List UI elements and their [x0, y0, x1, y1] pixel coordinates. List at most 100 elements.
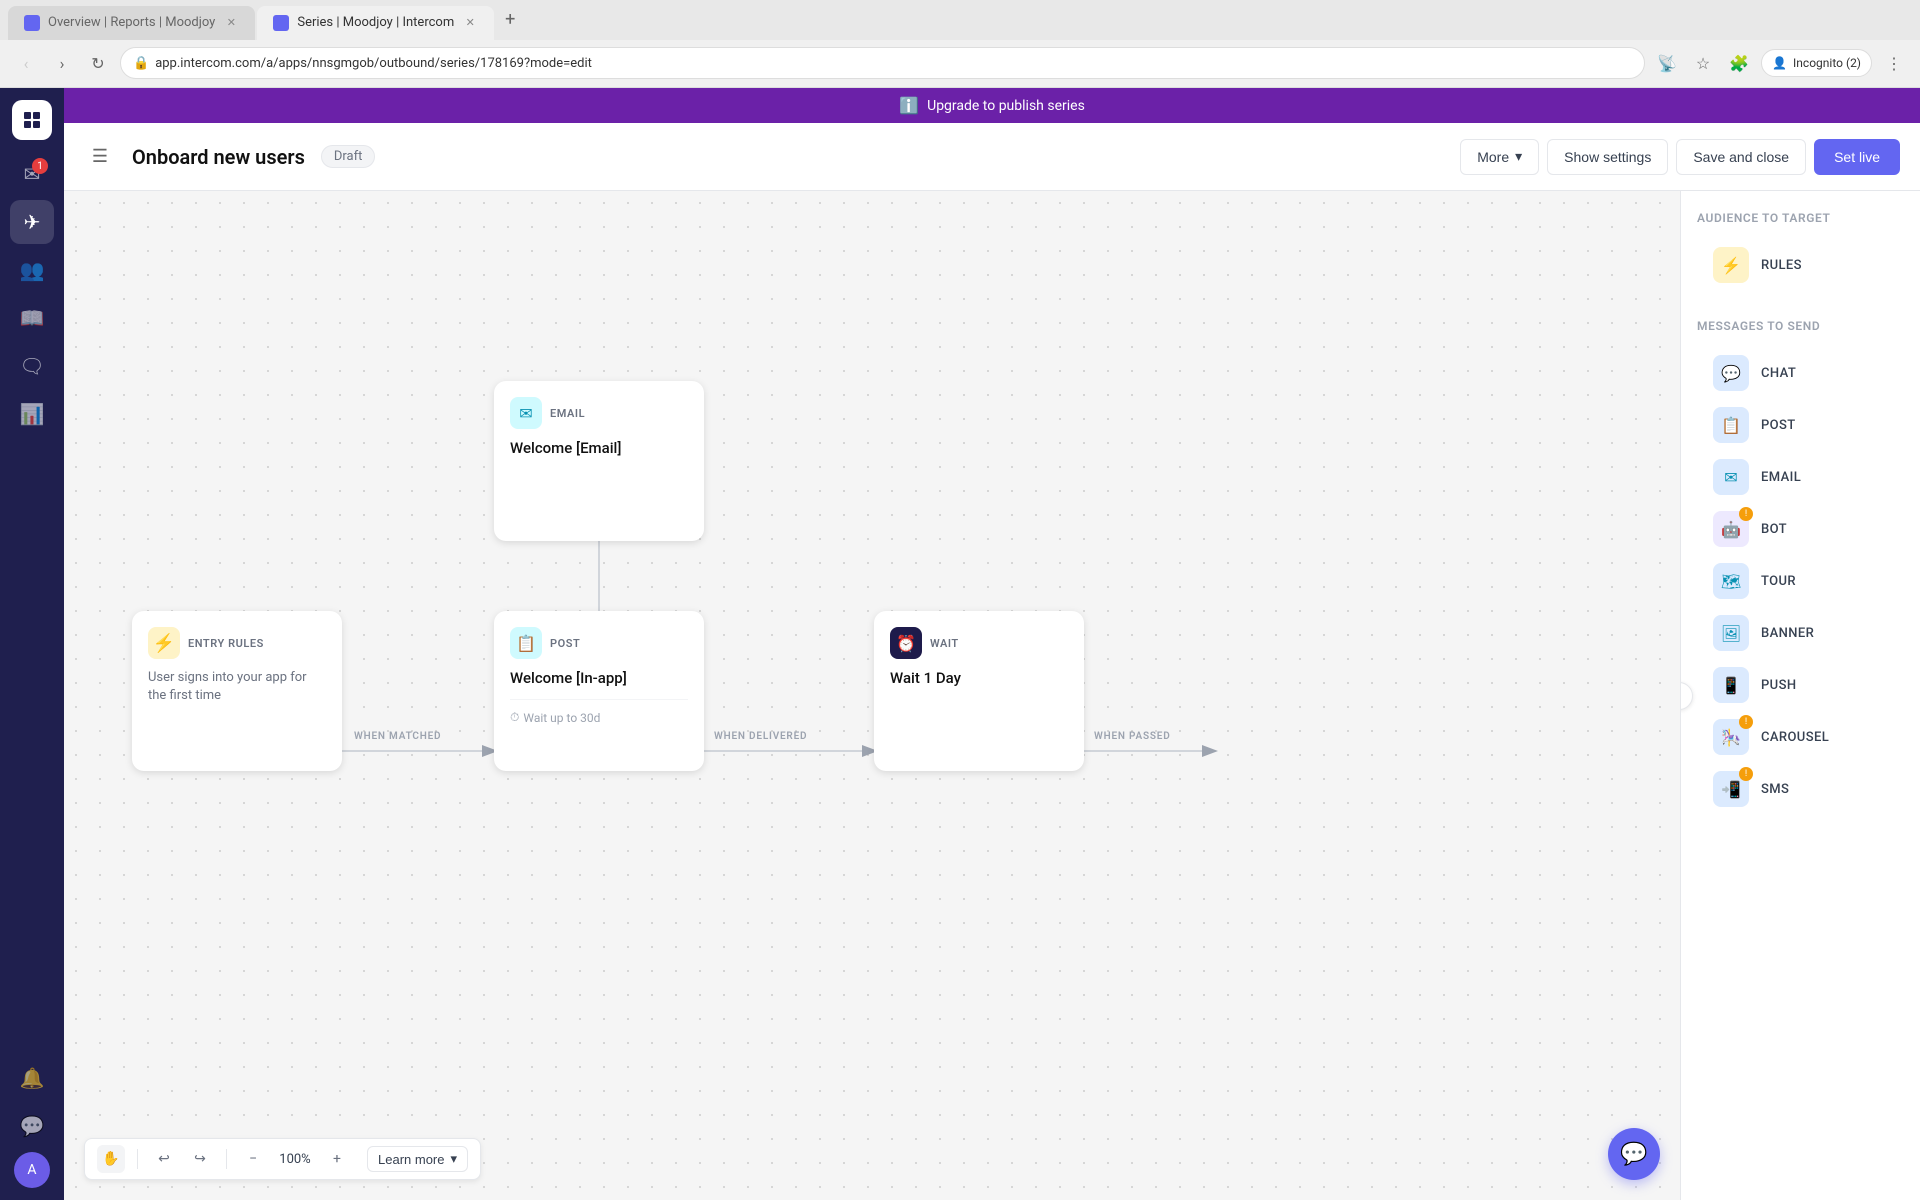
- banner-item[interactable]: 🖼 BANNER: [1697, 607, 1904, 659]
- post-node-type: POST: [550, 637, 580, 650]
- email-label: EMAIL: [1761, 470, 1801, 485]
- sidebar-item-notifications[interactable]: 🔔: [10, 1056, 54, 1100]
- tab-1-icon: [24, 15, 40, 31]
- sms-item[interactable]: 📲 ! SMS: [1697, 763, 1904, 815]
- address-bar[interactable]: 🔒 app.intercom.com/a/apps/nnsgmgob/outbo…: [120, 47, 1645, 79]
- wait-icon: ⏱: [510, 710, 519, 725]
- canvas-wrapper: ⚡ ENTRY RULES User signs into your app f…: [64, 191, 1920, 1200]
- upgrade-banner[interactable]: ℹ️ Upgrade to publish series: [64, 88, 1920, 123]
- undo-button[interactable]: ↩: [150, 1145, 178, 1173]
- sidebar-bottom: 🔔 💬 A: [10, 1056, 54, 1188]
- email-node-title: Welcome [Email]: [510, 439, 688, 457]
- rules-item[interactable]: ⚡ RULES: [1697, 239, 1904, 291]
- wait-node-header: ⏰ WAIT: [890, 627, 1068, 659]
- bot-item[interactable]: 🤖 ! BOT: [1697, 503, 1904, 555]
- rules-label: RULES: [1761, 258, 1802, 273]
- entry-rules-node[interactable]: ⚡ ENTRY RULES User signs into your app f…: [132, 611, 342, 771]
- sidebar-item-outbound[interactable]: ✈: [10, 200, 54, 244]
- tour-icon: 🗺: [1713, 563, 1749, 599]
- audience-section: Audience to target ⚡ RULES: [1681, 191, 1920, 299]
- right-sidebar: › Audience to target ⚡ RULES Messages to…: [1680, 191, 1920, 1200]
- back-button[interactable]: ‹: [12, 49, 40, 77]
- chat-label: CHAT: [1761, 366, 1796, 381]
- extension-icon[interactable]: 🧩: [1725, 49, 1753, 77]
- chat-icon: 💬: [20, 1114, 45, 1138]
- tab-2-icon: [273, 15, 289, 31]
- upgrade-banner-text: Upgrade to publish series: [927, 98, 1085, 114]
- sidebar-item-knowledge[interactable]: 📖: [10, 296, 54, 340]
- entry-node-icon: ⚡: [148, 627, 180, 659]
- hand-tool-button[interactable]: ✋: [97, 1145, 125, 1173]
- knowledge-icon: 📖: [20, 306, 45, 330]
- tab-1-close[interactable]: ✕: [223, 15, 239, 31]
- post-node[interactable]: 📋 POST Welcome [In-app] ⏱ Wait up to 30d: [494, 611, 704, 771]
- post-item[interactable]: 📋 POST: [1697, 399, 1904, 451]
- upgrade-banner-icon: ℹ️: [899, 96, 919, 115]
- chat-item[interactable]: 💬 CHAT: [1697, 347, 1904, 399]
- post-node-footer: ⏱ Wait up to 30d: [510, 699, 688, 725]
- user-avatar[interactable]: A: [14, 1152, 50, 1188]
- tab-1-label: Overview | Reports | Moodjoy: [48, 15, 215, 30]
- notifications-icon: 🔔: [20, 1066, 45, 1090]
- post-icon-sidebar: 📋: [1713, 407, 1749, 443]
- zoom-in-button[interactable]: +: [323, 1145, 351, 1173]
- carousel-label: CAROUSEL: [1761, 730, 1829, 745]
- toolbar-divider-1: [137, 1149, 138, 1169]
- toolbar-actions: 📡 ☆ 🧩 👤 Incognito (2) ⋮: [1653, 49, 1908, 77]
- wait-node[interactable]: ⏰ WAIT Wait 1 Day: [874, 611, 1084, 771]
- save-close-button[interactable]: Save and close: [1676, 139, 1806, 175]
- reload-button[interactable]: ↻: [84, 49, 112, 77]
- more-button[interactable]: More ▾: [1460, 139, 1539, 175]
- sidebar-item-users[interactable]: 👥: [10, 248, 54, 292]
- left-sidebar: ✉ 1 ✈ 👥 📖 🗨 📊 🔔 💬 A: [0, 88, 64, 1200]
- new-tab-button[interactable]: +: [496, 6, 524, 34]
- top-header: ☰ Onboard new users Draft More ▾ Show se…: [64, 123, 1920, 191]
- profile-button[interactable]: 👤 Incognito (2): [1761, 49, 1872, 77]
- push-item[interactable]: 📱 PUSH: [1697, 659, 1904, 711]
- when-delivered-label: WHEN DELIVERED: [714, 731, 807, 742]
- redo-button[interactable]: ↪: [186, 1145, 214, 1173]
- push-label: PUSH: [1761, 678, 1796, 693]
- lock-icon: 🔒: [133, 56, 149, 71]
- sidebar-item-inbox[interactable]: ✉ 1: [10, 152, 54, 196]
- browser-tab-2[interactable]: Series | Moodjoy | Intercom ✕: [257, 6, 494, 40]
- chat-widget[interactable]: 💬: [1608, 1128, 1660, 1180]
- flow-canvas[interactable]: ⚡ ENTRY RULES User signs into your app f…: [64, 191, 1680, 1200]
- entry-node-header: ⚡ ENTRY RULES: [148, 627, 326, 659]
- forward-button[interactable]: ›: [48, 49, 76, 77]
- messages-section: Messages to send 💬 CHAT 📋 POST: [1681, 299, 1920, 823]
- cast-icon[interactable]: 📡: [1653, 49, 1681, 77]
- learn-more-button[interactable]: Learn more ▾: [367, 1146, 468, 1172]
- menu-icon[interactable]: ⋮: [1880, 49, 1908, 77]
- zoom-out-button[interactable]: −: [239, 1145, 267, 1173]
- tab-2-close[interactable]: ✕: [462, 15, 478, 31]
- post-node-icon: 📋: [510, 627, 542, 659]
- tour-item[interactable]: 🗺 TOUR: [1697, 555, 1904, 607]
- email-item[interactable]: ✉ EMAIL: [1697, 451, 1904, 503]
- hamburger-button[interactable]: ☰: [84, 141, 116, 173]
- sidebar-item-chat[interactable]: 💬: [10, 1104, 54, 1148]
- sidebar-item-messages[interactable]: 🗨: [10, 344, 54, 388]
- sidebar-item-analytics[interactable]: 📊: [10, 392, 54, 436]
- email-node[interactable]: ✉ EMAIL Welcome [Email]: [494, 381, 704, 541]
- tour-label: TOUR: [1761, 574, 1796, 589]
- post-node-header: 📋 POST: [510, 627, 688, 659]
- draft-badge: Draft: [321, 145, 376, 168]
- browser-tab-1[interactable]: Overview | Reports | Moodjoy ✕: [8, 6, 255, 40]
- entry-node-description: User signs into your app for the first t…: [148, 669, 326, 705]
- sms-icon: 📲 !: [1713, 771, 1749, 807]
- logo-icon: [20, 108, 44, 132]
- messages-icon: 🗨: [19, 354, 44, 378]
- wait-node-icon: ⏰: [890, 627, 922, 659]
- entry-node-type: ENTRY RULES: [188, 637, 264, 650]
- set-live-button[interactable]: Set live: [1814, 139, 1900, 175]
- learn-more-label: Learn more: [378, 1152, 444, 1167]
- carousel-item[interactable]: 🎠 ! CAROUSEL: [1697, 711, 1904, 763]
- show-settings-button[interactable]: Show settings: [1547, 139, 1668, 175]
- bookmark-icon[interactable]: ☆: [1689, 49, 1717, 77]
- chat-icon-sidebar: 💬: [1713, 355, 1749, 391]
- push-icon: 📱: [1713, 667, 1749, 703]
- more-label: More: [1477, 149, 1509, 165]
- app-logo[interactable]: [12, 100, 52, 140]
- when-matched-label: WHEN MATCHED: [354, 731, 441, 742]
